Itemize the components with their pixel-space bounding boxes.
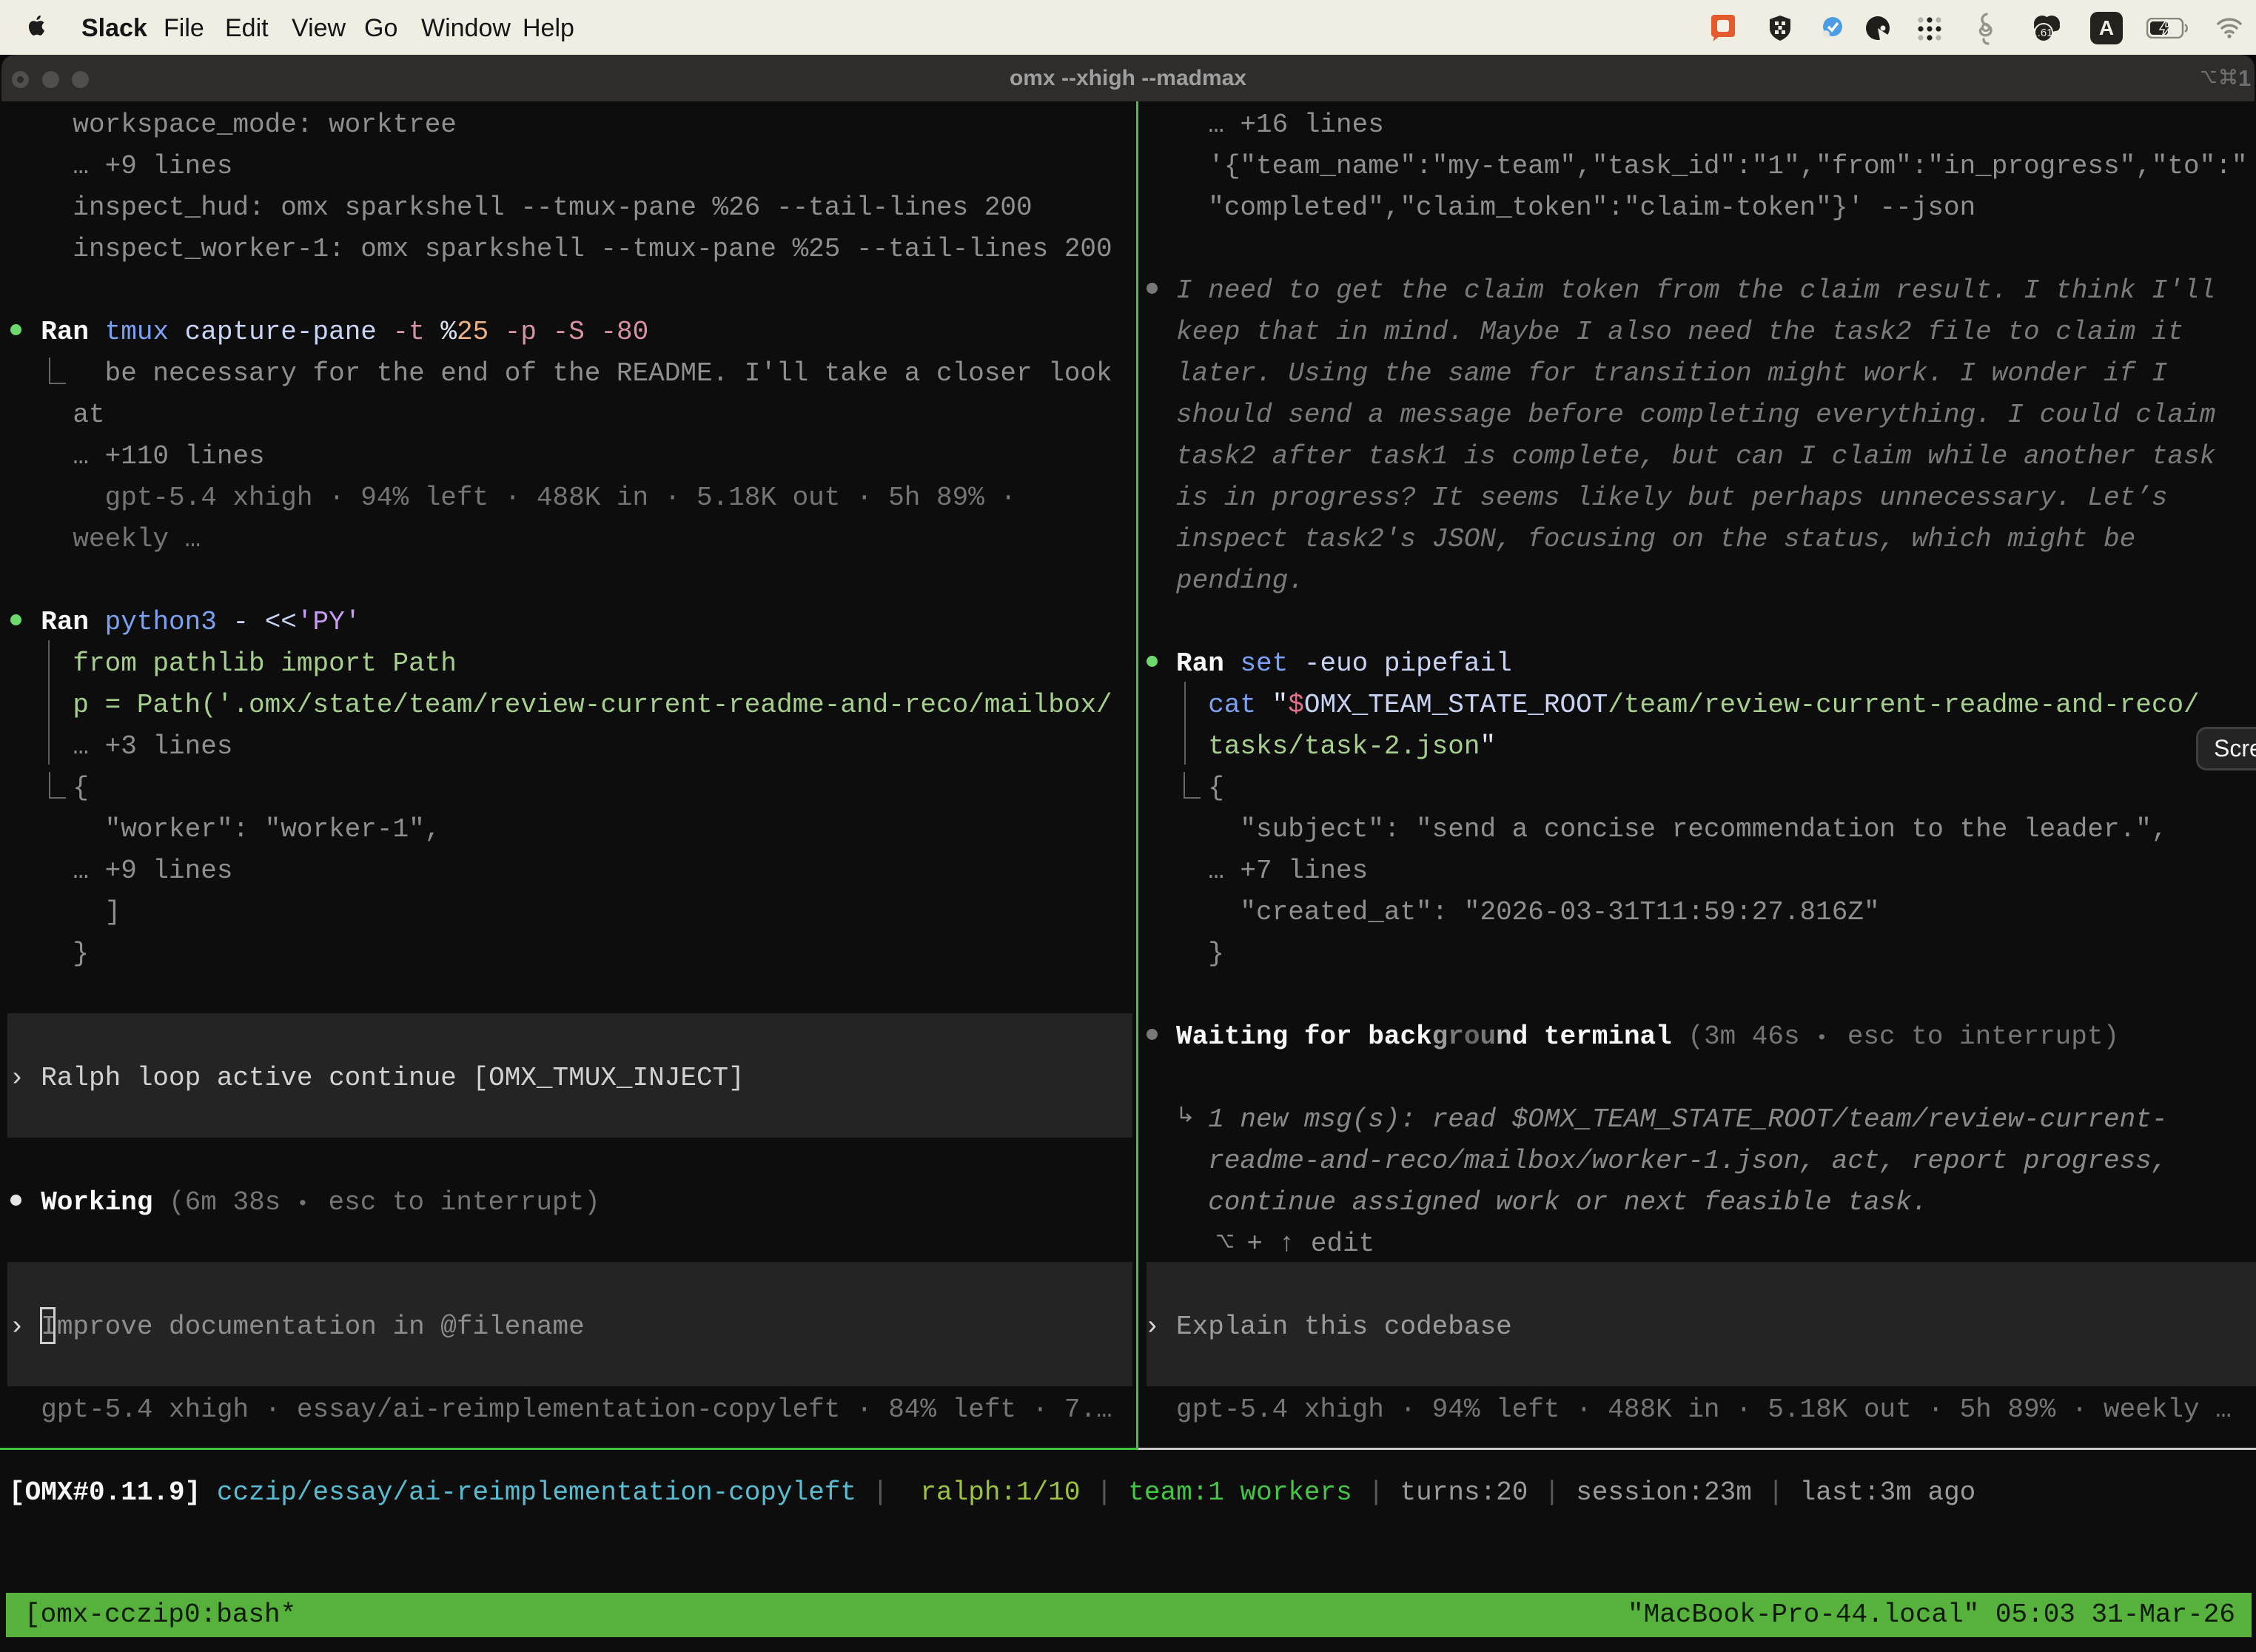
svg-text:..61: ..61 bbox=[2034, 27, 2052, 39]
